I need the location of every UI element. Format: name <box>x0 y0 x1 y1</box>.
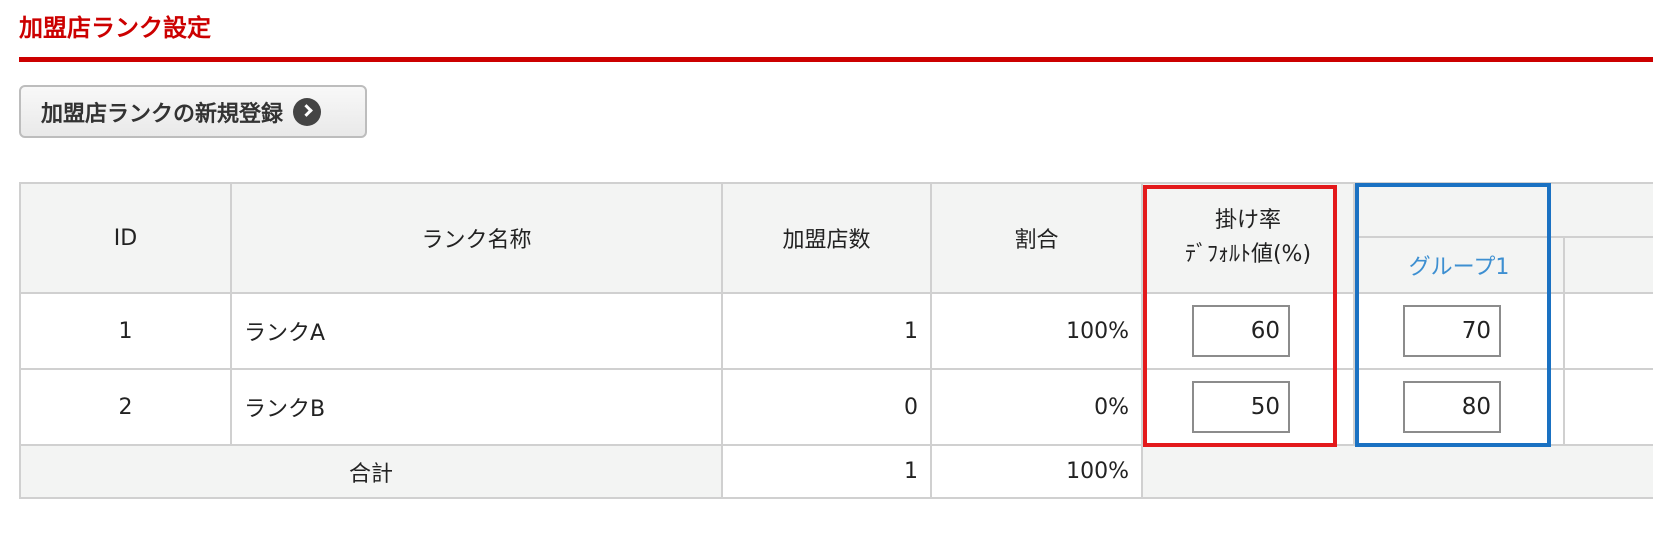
row1-default-rate-input[interactable] <box>1192 305 1290 357</box>
row1-next-group-cell <box>1563 292 1653 370</box>
total-ratio: 100% <box>930 444 1143 499</box>
group1-link[interactable]: グループ1 <box>1409 249 1510 281</box>
row1-ratio: 100% <box>930 292 1143 370</box>
header-default-rate-line2: ﾃﾞﾌｫﾙﾄ値(%) <box>1184 242 1312 267</box>
row1-id: 1 <box>19 292 232 370</box>
header-group-top <box>1353 182 1653 238</box>
header-default-rate: 掛け率 ﾃﾞﾌｫﾙﾄ値(%) <box>1141 182 1355 294</box>
total-store-count: 1 <box>721 444 932 499</box>
row2-group1-rate-input[interactable] <box>1403 381 1501 433</box>
header-group1: グループ1 <box>1353 236 1565 294</box>
title-divider <box>19 57 1653 62</box>
arrow-right-circle-icon <box>293 97 322 126</box>
row1-store-count: 1 <box>721 292 932 370</box>
header-id: ID <box>19 182 232 294</box>
header-default-rate-line1: 掛け率 <box>1214 208 1281 233</box>
header-rank-name: ランク名称 <box>230 182 723 294</box>
total-empty <box>1141 444 1653 499</box>
total-label: 合計 <box>19 444 723 499</box>
header-ratio: 割合 <box>930 182 1143 294</box>
row1-rank-name: ランクA <box>230 292 723 370</box>
page-title: 加盟店ランク設定 <box>19 14 211 42</box>
row2-store-count: 0 <box>721 368 932 446</box>
row2-ratio: 0% <box>930 368 1143 446</box>
register-rank-button[interactable]: 加盟店ランクの新規登録 <box>19 85 367 138</box>
row2-next-group-cell <box>1563 368 1653 446</box>
row2-rank-name: ランクB <box>230 368 723 446</box>
register-rank-label: 加盟店ランクの新規登録 <box>41 101 284 127</box>
row2-id: 2 <box>19 368 232 446</box>
header-store-count: 加盟店数 <box>721 182 932 294</box>
row1-group1-rate-input[interactable] <box>1403 305 1501 357</box>
row2-default-rate-input[interactable] <box>1192 381 1290 433</box>
header-next-group <box>1563 236 1653 294</box>
